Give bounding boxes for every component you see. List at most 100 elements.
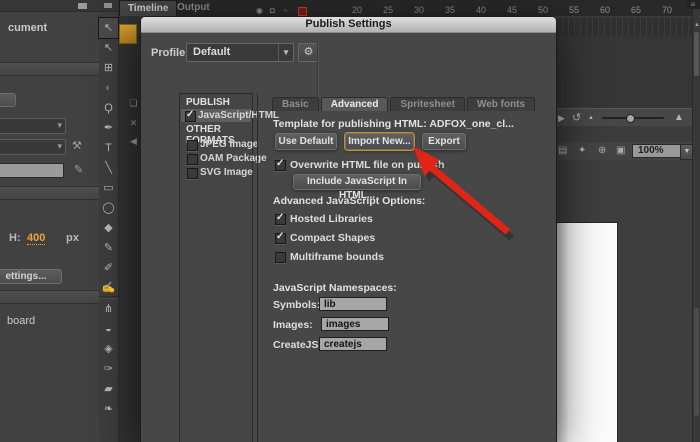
pencil-tool-icon[interactable]: ✎	[99, 238, 118, 258]
import-new-button[interactable]: Import New...	[345, 133, 414, 150]
properties-dropdown-1[interactable]: ▾	[0, 118, 66, 134]
images-input[interactable]	[321, 317, 389, 331]
outline-icon[interactable]: ▫	[284, 6, 287, 15]
list-item-label: SVG Image	[200, 167, 253, 178]
checkbox-unchecked[interactable]	[187, 140, 198, 151]
createjs-input[interactable]	[319, 337, 387, 351]
divider	[257, 93, 258, 442]
brush-tool-icon[interactable]: ✐	[99, 258, 118, 278]
slider-thumb[interactable]	[626, 114, 635, 123]
line-tool-icon[interactable]: ╲	[99, 158, 118, 178]
subselection-tool-icon[interactable]: ↖	[99, 38, 118, 58]
edit-scene-icon[interactable]: ▤	[558, 145, 567, 156]
3d-rotation-tool-icon[interactable]: ◐	[99, 78, 118, 98]
ink-bottle-tool-icon[interactable]: ◈	[99, 339, 118, 359]
tab-output[interactable]: Output	[169, 0, 218, 15]
scroll-up-icon[interactable]: ▲	[693, 22, 700, 28]
checkbox-unchecked[interactable]	[187, 168, 198, 179]
properties-text-field[interactable]	[0, 163, 64, 178]
eraser-tool-icon[interactable]: ▰	[99, 379, 118, 399]
checkbox-unchecked[interactable]	[187, 154, 198, 165]
pencil-icon[interactable]: ✎	[74, 163, 83, 176]
tab-advanced[interactable]: Advanced	[321, 97, 389, 111]
clip-content-icon[interactable]: ▣	[616, 145, 625, 156]
checkbox-checked[interactable]: ✓	[275, 233, 286, 244]
ruler-number: 50	[538, 5, 548, 15]
loop-icon[interactable]: ↺	[572, 111, 581, 124]
eye-icon[interactable]: ◉	[256, 6, 263, 15]
tab-web-fonts[interactable]: Web fonts	[467, 97, 535, 111]
tab-spritesheet[interactable]: Spritesheet	[390, 97, 464, 111]
list-item-javascript-html[interactable]: ✓ JavaScript/HTML	[181, 109, 251, 122]
layers-icon[interactable]: ❏	[127, 98, 140, 109]
scrollbar-thumb[interactable]	[694, 308, 699, 416]
paint-bucket-tool-icon[interactable]: ◒	[99, 319, 118, 339]
list-item-jpeg[interactable]: JPEG Image	[181, 138, 251, 151]
symbols-input[interactable]	[319, 297, 387, 311]
checkbox-label: Hosted Libraries	[290, 213, 373, 225]
dialog-title[interactable]: Publish Settings	[141, 17, 556, 33]
vertical-scrollbar[interactable]: ▲	[692, 0, 700, 442]
cropped-button[interactable]	[0, 93, 16, 107]
section-bar[interactable]	[0, 290, 99, 304]
mountain-icon[interactable]: ▲	[674, 112, 684, 123]
scrollbar-thumb[interactable]	[694, 32, 699, 76]
timeline-header-bar: Timeline Output ◉ ◘ ▫ 20 25 30 35 40 45 …	[119, 0, 700, 16]
use-default-button[interactable]: Use Default	[275, 133, 337, 150]
polystar-tool-icon[interactable]: ◆	[99, 218, 118, 238]
ruler-number: 65	[631, 5, 641, 15]
selection-tool-icon[interactable]: ↖	[99, 18, 118, 38]
layer-color-swatch[interactable]	[298, 7, 307, 16]
deco-tool-icon[interactable]: ❧	[99, 399, 118, 419]
lock-icon[interactable]: ◘	[270, 6, 275, 15]
tab-basic[interactable]: Basic	[272, 97, 319, 111]
checkbox-unchecked[interactable]	[275, 252, 286, 263]
free-transform-tool-icon[interactable]: ⊞	[99, 58, 118, 78]
small-up-icon[interactable]: ▲	[588, 115, 594, 121]
height-value[interactable]: 400	[27, 232, 45, 245]
eyedropper-tool-icon[interactable]: ✑	[99, 359, 118, 379]
panel-grip-icon	[78, 3, 87, 9]
checkbox-checked[interactable]: ✓	[185, 111, 196, 122]
close-icon[interactable]: ✕	[127, 118, 140, 129]
chevron-down-icon: ▾	[57, 120, 62, 131]
lasso-tool-icon[interactable]: Ϙ	[99, 98, 118, 118]
checkbox-checked[interactable]: ✓	[275, 214, 286, 225]
section-bar[interactable]	[0, 186, 99, 200]
publish-header: PUBLISH	[186, 97, 230, 108]
properties-dropdown-2[interactable]: ▾	[0, 139, 66, 155]
chevron-left-icon[interactable]: ◀	[127, 136, 140, 147]
ruler-number: 25	[383, 5, 393, 15]
oval-tool-icon[interactable]: ◯	[99, 198, 118, 218]
text-tool-icon[interactable]: T	[99, 138, 118, 158]
panel-menu-icon[interactable]: ≡	[686, 0, 700, 9]
paint-brush-tool-icon[interactable]: ✍	[99, 278, 118, 298]
include-javascript-button[interactable]: Include JavaScript In HTML...	[293, 174, 421, 190]
wrench-icon[interactable]: ⚒	[72, 139, 82, 152]
profile-dropdown[interactable]: Default ▾	[186, 43, 294, 62]
ruler-number: 35	[445, 5, 455, 15]
profile-options-button[interactable]: ⚙	[298, 43, 319, 62]
center-frame-icon[interactable]: ⊕	[598, 145, 606, 156]
timeline-track-area[interactable]	[556, 36, 692, 108]
bone-tool-icon[interactable]: ⋔	[99, 298, 118, 319]
field-label: Images:	[273, 319, 313, 331]
pen-tool-icon[interactable]: ✒	[99, 118, 118, 138]
zoom-level-field[interactable]: 100%	[632, 144, 685, 158]
edit-symbols-icon[interactable]: ✦	[578, 145, 586, 156]
section-bar[interactable]	[0, 62, 99, 76]
list-item-oam[interactable]: OAM Package	[181, 152, 251, 165]
settings-button[interactable]: ettings...	[0, 269, 62, 284]
timeline-frame-ruler[interactable]	[556, 18, 692, 37]
check-icon: ✓	[186, 109, 194, 120]
checkbox-label: Compact Shapes	[290, 232, 375, 244]
timeline-control-bar: ▶ ↺ ▲ ▲	[556, 108, 692, 128]
export-button[interactable]: Export	[422, 133, 466, 150]
timeline-zoom-slider[interactable]	[602, 117, 664, 119]
checkbox-checked[interactable]: ✓	[275, 160, 286, 171]
stage-canvas[interactable]	[555, 222, 618, 442]
height-unit: px	[66, 232, 79, 244]
list-item-svg[interactable]: SVG Image	[181, 166, 251, 179]
rectangle-tool-icon[interactable]: ▭	[99, 178, 118, 198]
play-icon[interactable]: ▶	[558, 113, 565, 124]
